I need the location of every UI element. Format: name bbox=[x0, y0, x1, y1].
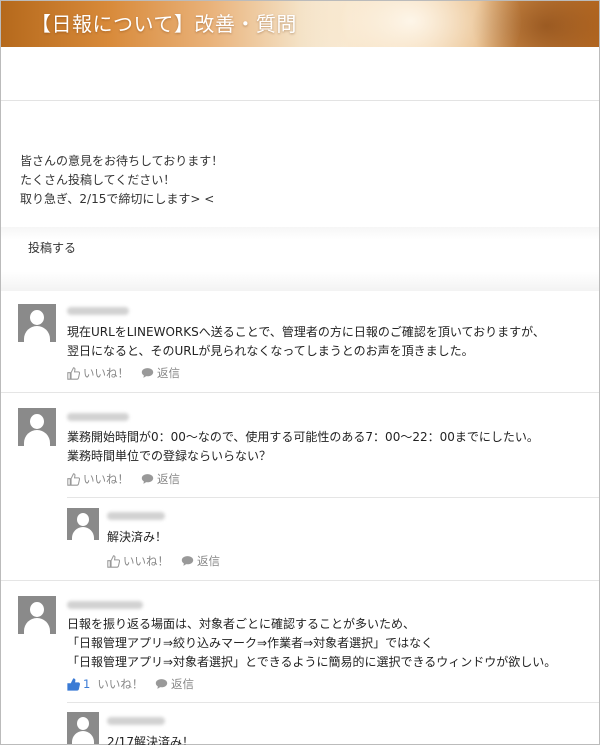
reply-text: 解決済み！ bbox=[107, 530, 168, 544]
post-text: 日報を振り返る場面は、対象者ごとに確認することが多いため、 「日報管理アプリ⇒絞… bbox=[67, 617, 557, 669]
avatar[interactable] bbox=[67, 508, 99, 540]
reply-label: 返信 bbox=[171, 677, 194, 691]
divider bbox=[67, 497, 599, 498]
coffee-decoration bbox=[471, 1, 599, 47]
post-actions: 1 いいね！ 返信 bbox=[67, 676, 287, 692]
page-title: 【日報について】改善・質問 bbox=[31, 12, 297, 36]
avatar[interactable] bbox=[18, 596, 56, 634]
post-actions: いいね！ 返信 bbox=[67, 365, 267, 381]
post-button[interactable]: 投稿する bbox=[28, 239, 76, 256]
like-label: いいね！ bbox=[97, 677, 144, 691]
post-area bbox=[1, 227, 599, 291]
reply-button[interactable]: 返信 bbox=[141, 471, 180, 487]
header-banner: 【日報について】改善・質問 bbox=[1, 1, 599, 47]
avatar[interactable] bbox=[67, 712, 99, 744]
author-name-blurred bbox=[67, 307, 129, 315]
speech-bubble-icon bbox=[155, 678, 168, 690]
reply-label: 返信 bbox=[157, 472, 180, 486]
post-text: 現在URLをLINEWORKSへ送ることで、管理者の方に日報のご確認を頂いており… bbox=[67, 325, 545, 358]
reply-button[interactable]: 返信 bbox=[155, 676, 194, 692]
divider bbox=[1, 392, 599, 393]
intro-line: 皆さんの意見をお待ちしております！ bbox=[20, 154, 224, 168]
reply-label: 返信 bbox=[157, 366, 180, 380]
author-name-blurred bbox=[107, 717, 165, 725]
reply-actions: いいね！ 返信 bbox=[107, 553, 307, 569]
speech-bubble-icon bbox=[141, 473, 154, 485]
reply-text: 2/17解決済み！ bbox=[107, 735, 194, 745]
intro-message: 皆さんの意見をお待ちしております！ たくさん投稿してください！ 取り急ぎ、2/1… bbox=[20, 152, 223, 209]
like-button[interactable]: いいね！ bbox=[107, 553, 169, 569]
like-button[interactable]: いいね！ bbox=[67, 471, 129, 487]
reply-label: 返信 bbox=[197, 554, 220, 568]
thumbs-up-icon bbox=[67, 472, 80, 486]
author-name-blurred bbox=[67, 413, 129, 421]
author-name-blurred bbox=[67, 601, 143, 609]
author-name-blurred bbox=[107, 512, 165, 520]
like-label: いいね！ bbox=[123, 554, 169, 568]
speech-bubble-icon bbox=[141, 367, 154, 379]
thumbs-up-icon bbox=[67, 366, 80, 380]
avatar[interactable] bbox=[18, 408, 56, 446]
avatar[interactable] bbox=[18, 304, 56, 342]
like-count: 1 bbox=[83, 677, 91, 691]
post-text: 業務開始時間が0：00～なので、使用する可能性のある7：00～22：00までにし… bbox=[67, 430, 539, 463]
like-label: いいね！ bbox=[83, 366, 129, 380]
divider bbox=[1, 100, 599, 101]
intro-line: たくさん投稿してください！ bbox=[20, 173, 176, 187]
thumbs-up-icon bbox=[107, 554, 120, 568]
thumbs-up-icon bbox=[67, 677, 80, 691]
reply-button[interactable]: 返信 bbox=[181, 553, 220, 569]
reply-button[interactable]: 返信 bbox=[141, 365, 180, 381]
divider bbox=[1, 580, 599, 581]
intro-line: 取り急ぎ、2/15で締切にします> < bbox=[20, 192, 215, 206]
post-actions: いいね！ 返信 bbox=[67, 471, 267, 487]
like-button[interactable]: いいね！ bbox=[67, 365, 129, 381]
speech-bubble-icon bbox=[181, 555, 194, 567]
like-button[interactable]: 1 いいね！ bbox=[67, 676, 143, 692]
like-label: いいね！ bbox=[83, 472, 129, 486]
divider bbox=[67, 702, 599, 703]
